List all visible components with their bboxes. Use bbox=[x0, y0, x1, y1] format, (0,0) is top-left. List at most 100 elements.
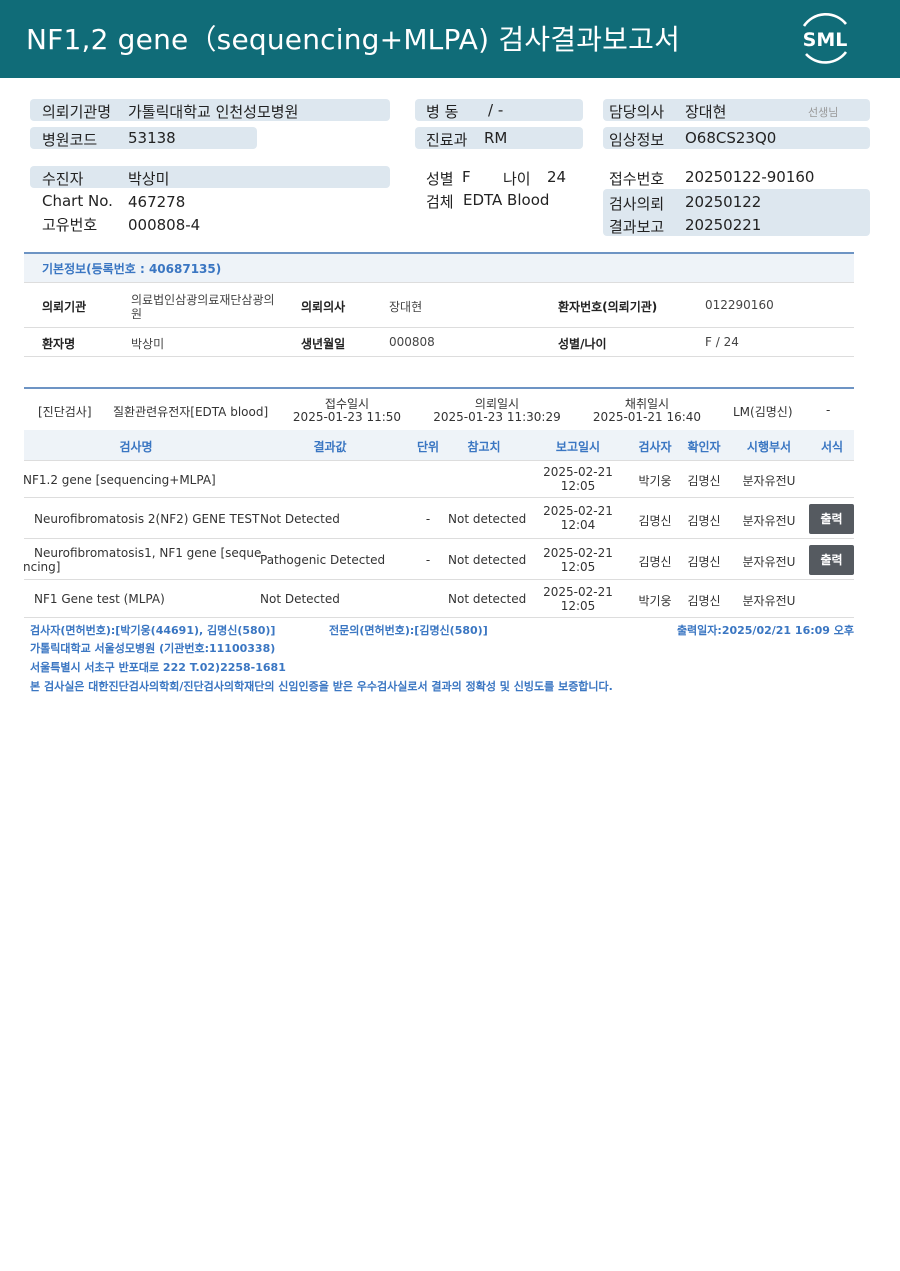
row1-time: 12:04 bbox=[560, 518, 596, 532]
report-value: 20250221 bbox=[685, 216, 762, 234]
department-label: 진료과 bbox=[426, 131, 468, 149]
footer-certification: 본 검사실은 대한진단검사의학회/진단검사의학재단의 신임인증을 받은 우수검사… bbox=[30, 680, 613, 693]
divider bbox=[24, 282, 854, 283]
row3-date: 2025-02-21 bbox=[543, 585, 613, 599]
divider bbox=[24, 460, 854, 461]
basic-inst-value-line1: 의료법인삼광의료재단삼광의 bbox=[131, 293, 275, 307]
basic-patno-value: 012290160 bbox=[705, 298, 774, 312]
basic-inst-value-line2: 원 bbox=[131, 307, 143, 321]
chart-label: Chart No. bbox=[42, 192, 113, 210]
specimen-label: 검체 bbox=[426, 193, 454, 211]
exam-lm: LM(김명신) bbox=[733, 405, 793, 419]
row3-ref: Not detected bbox=[448, 592, 527, 606]
divider bbox=[24, 327, 854, 328]
basic-patno-label: 환자번호(의뢰기관) bbox=[558, 300, 658, 314]
logo-text: SML bbox=[803, 29, 848, 51]
sex-value: F bbox=[462, 168, 471, 186]
row2-date: 2025-02-21 bbox=[543, 546, 613, 560]
divider bbox=[24, 356, 854, 357]
row1-date: 2025-02-21 bbox=[543, 504, 613, 518]
footer-testers: 검사자(면허번호):[박기웅(44691), 김명신(580)] bbox=[30, 624, 276, 637]
row0-dept: 분자유전U bbox=[742, 474, 796, 488]
doctor-label: 담당의사 bbox=[609, 103, 665, 121]
row1-dept: 분자유전U bbox=[742, 514, 796, 528]
col-header-ref: 참고치 bbox=[467, 440, 501, 454]
basic-dob-label: 생년월일 bbox=[301, 337, 346, 351]
patient-pill bbox=[30, 166, 390, 188]
row0-time: 12:05 bbox=[560, 479, 596, 493]
col-header-date: 보고일시 bbox=[555, 440, 601, 454]
divider bbox=[24, 579, 854, 580]
row0-name: NF1.2 gene [sequencing+MLPA] bbox=[23, 473, 216, 487]
ward-label: 병 동 bbox=[426, 103, 459, 121]
institution-label: 의뢰기관명 bbox=[42, 103, 112, 121]
exam-dash: - bbox=[826, 403, 831, 417]
report-header: NF1,2 gene（sequencing+MLPA) 검사결과보고서 SML bbox=[0, 0, 900, 78]
hospital-code-value: 53138 bbox=[128, 129, 176, 147]
row2-name-cont: ncing] bbox=[23, 560, 61, 574]
basic-info-title: 기본정보(등록번호 : 40687135) bbox=[42, 262, 222, 276]
row2-dept: 분자유전U bbox=[742, 555, 796, 569]
row1-name: Neurofibromatosis 2(NF2) GENE TEST bbox=[34, 512, 260, 526]
exam-top-rule bbox=[24, 387, 854, 389]
basic-inst-label: 의뢰기관 bbox=[42, 300, 87, 314]
row2-tester: 김명신 bbox=[638, 555, 672, 569]
report-label: 결과보고 bbox=[609, 218, 665, 236]
footer-hospital: 가톨릭대학교 서울성모병원 (기관번호:11100338) bbox=[30, 642, 276, 655]
row0-tester: 박기웅 bbox=[638, 474, 672, 488]
basic-name-label: 환자명 bbox=[42, 337, 76, 351]
age-value: 24 bbox=[547, 168, 567, 186]
basic-dob-value: 000808 bbox=[389, 335, 435, 349]
row3-tester: 박기웅 bbox=[638, 594, 672, 608]
row1-confirmer: 김명신 bbox=[687, 514, 721, 528]
report-title: NF1,2 gene（sequencing+MLPA) 검사결과보고서 bbox=[26, 23, 681, 56]
doctor-value: 장대현 bbox=[685, 103, 727, 121]
row3-time: 12:05 bbox=[560, 599, 596, 613]
basic-doc-value: 장대현 bbox=[389, 300, 423, 314]
hospital-code-label: 병원코드 bbox=[42, 131, 98, 149]
chart-value: 467278 bbox=[128, 193, 186, 211]
clinical-value: O68CS23Q0 bbox=[685, 129, 777, 147]
col-header-form: 서식 bbox=[820, 440, 844, 454]
row0-confirmer: 김명신 bbox=[687, 474, 721, 488]
divider bbox=[24, 617, 854, 618]
row2-ref: Not detected bbox=[448, 553, 527, 567]
reception-label: 접수번호 bbox=[609, 170, 665, 188]
basic-doc-label: 의뢰의사 bbox=[301, 300, 346, 314]
patient-value: 박상미 bbox=[128, 170, 170, 188]
col-header-unit: 단위 bbox=[416, 440, 440, 454]
footer-printed: 출력일자:2025/02/21 16:09 오후 bbox=[676, 624, 854, 637]
divider bbox=[24, 538, 854, 539]
col-header-confirmer: 확인자 bbox=[687, 440, 721, 454]
row1-print-button[interactable]: 출력 bbox=[809, 504, 854, 534]
row2-time: 12:05 bbox=[560, 560, 596, 574]
basic-name-value: 박상미 bbox=[131, 337, 165, 351]
reception-value: 20250122-90160 bbox=[685, 168, 815, 186]
row2-result: Pathogenic Detected bbox=[260, 553, 386, 567]
unique-label: 고유번호 bbox=[42, 216, 98, 234]
row2-confirmer: 김명신 bbox=[687, 555, 721, 569]
footer-address: 서울특별시 서초구 반포대로 222 T.02)2258-1681 bbox=[30, 661, 286, 674]
col-header-name: 검사명 bbox=[119, 440, 153, 454]
row3-dept: 분자유전U bbox=[742, 594, 796, 608]
basic-sexage-label: 성별/나이 bbox=[558, 337, 607, 351]
exam-collected-value: 2025-01-21 16:40 bbox=[592, 410, 702, 424]
department-value: RM bbox=[484, 129, 508, 147]
footer-specialist: 전문의(면허번호):[김명신(580)] bbox=[329, 624, 488, 637]
age-label: 나이 bbox=[503, 170, 531, 188]
specimen-value: EDTA Blood bbox=[463, 191, 550, 209]
row3-confirmer: 김명신 bbox=[687, 594, 721, 608]
basic-sexage-value: F / 24 bbox=[705, 335, 739, 349]
row1-unit: - bbox=[425, 512, 431, 526]
patient-label: 수진자 bbox=[42, 170, 84, 188]
row2-print-button[interactable]: 출력 bbox=[809, 545, 854, 575]
col-header-tester: 검사자 bbox=[638, 440, 672, 454]
institution-value: 가톨릭대학교 인천성모병원 bbox=[128, 103, 299, 121]
request-value: 20250122 bbox=[685, 193, 762, 211]
ward-value: / - bbox=[488, 101, 504, 119]
clinical-label: 임상정보 bbox=[609, 131, 665, 149]
row2-unit: - bbox=[425, 553, 431, 567]
row3-name: NF1 Gene test (MLPA) bbox=[34, 592, 165, 606]
row1-ref: Not detected bbox=[448, 512, 527, 526]
col-header-dept: 시행부서 bbox=[746, 440, 792, 454]
